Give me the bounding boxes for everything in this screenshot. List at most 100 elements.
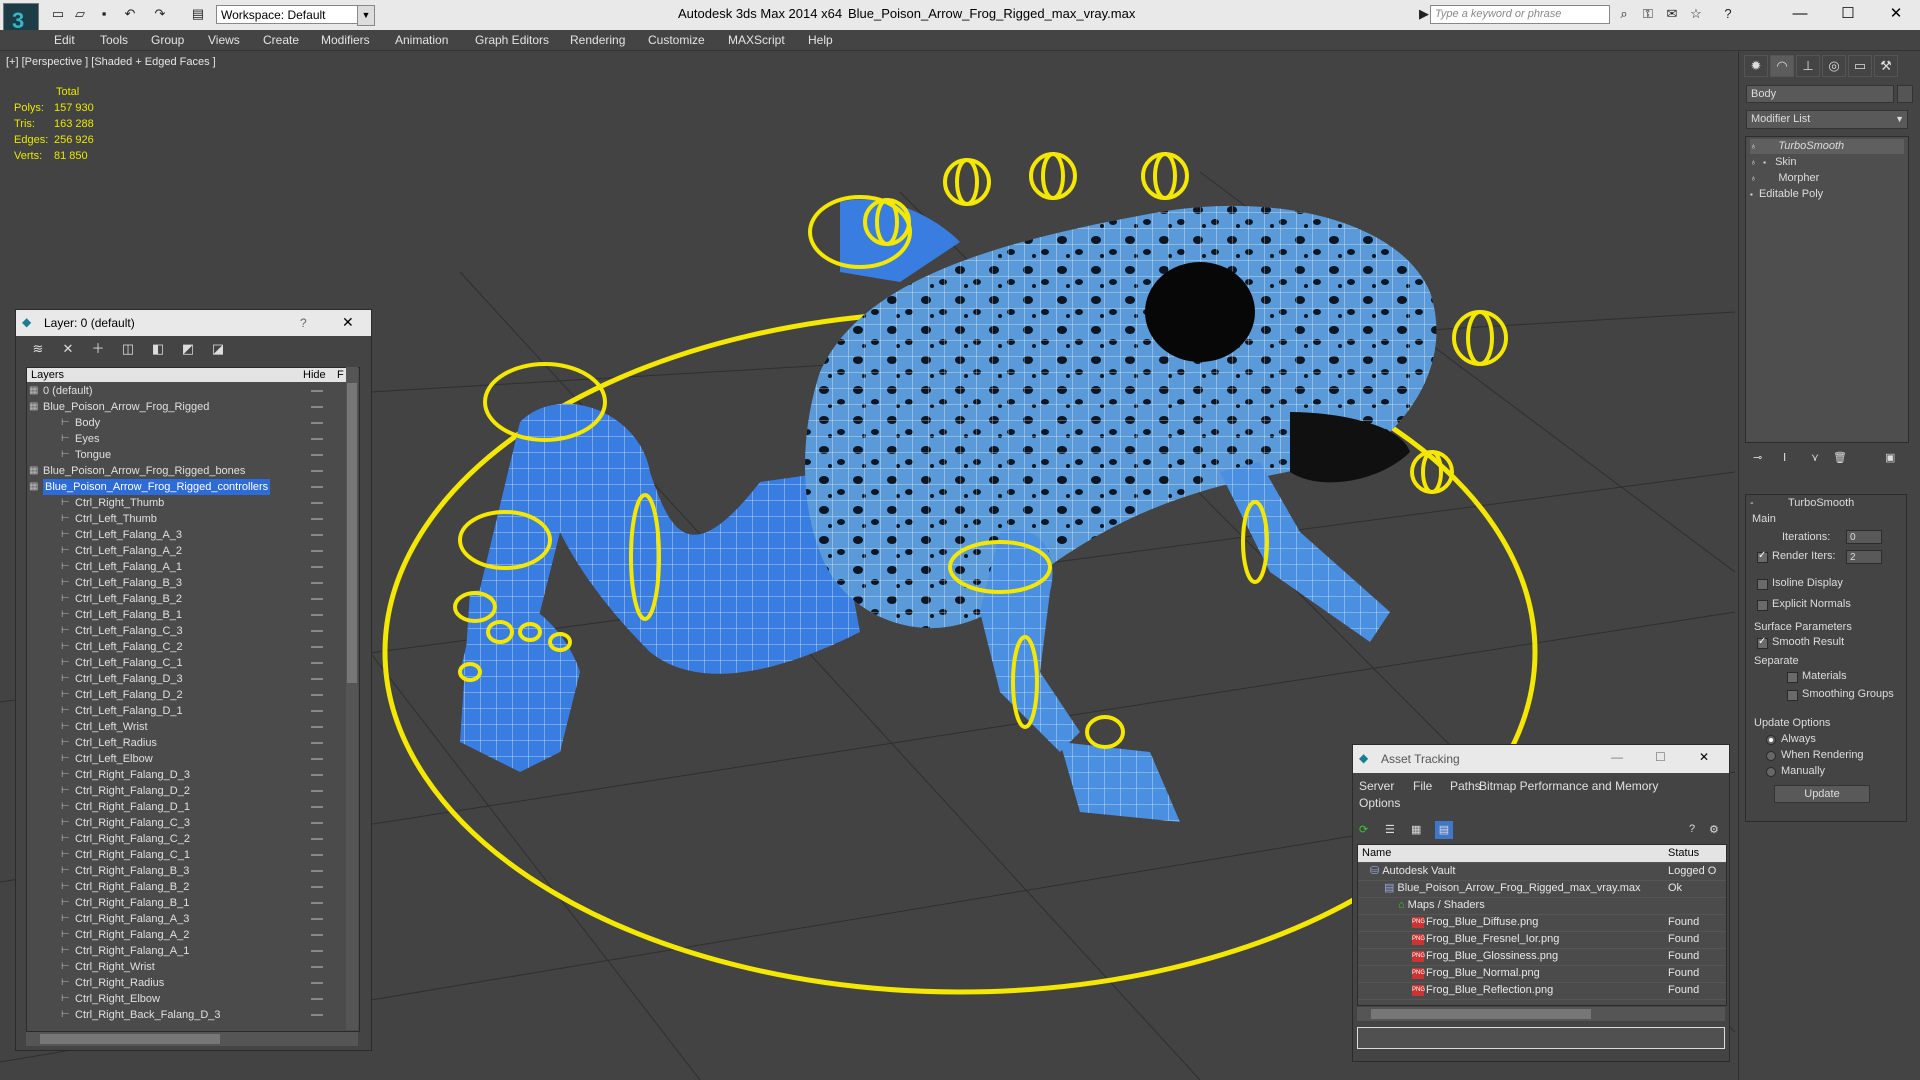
save-icon[interactable]: ▪ <box>96 6 112 22</box>
asset-menu-options[interactable]: Options <box>1359 796 1400 810</box>
explicit-normals-checkbox[interactable] <box>1757 600 1768 611</box>
hide-toggle[interactable] <box>311 470 323 472</box>
hide-layers-icon[interactable]: ◩ <box>180 341 196 357</box>
maximize-icon[interactable]: ☐ <box>1655 750 1666 764</box>
always-radio[interactable] <box>1766 735 1776 745</box>
layer-row[interactable]: ⊢ Ctrl_Left_Thumb <box>27 511 345 527</box>
freeze-layers-icon[interactable]: ◪ <box>210 341 226 357</box>
layer-row[interactable]: ⊢ Ctrl_Right_Falang_C_3 <box>27 815 345 831</box>
add-layer-icon[interactable]: ＋ <box>90 341 106 357</box>
undo-icon[interactable]: ↶ <box>122 6 138 22</box>
hide-toggle[interactable] <box>311 870 323 872</box>
render-iters-checkbox[interactable] <box>1757 550 1768 563</box>
display-tab-icon[interactable]: ▭ <box>1848 55 1872 77</box>
layer-row[interactable]: ▦ Blue_Poison_Arrow_Frog_Rigged_bones <box>27 463 345 479</box>
menu-tools[interactable]: Tools <box>100 33 128 47</box>
asset-path-field[interactable] <box>1357 1027 1725 1049</box>
hide-toggle[interactable] <box>311 710 323 712</box>
layer-row[interactable]: ⊢ Ctrl_Right_Falang_B_1 <box>27 895 345 911</box>
layer-row[interactable]: ⊢ Ctrl_Right_Falang_A_1 <box>27 943 345 959</box>
workspace-dropdown[interactable]: Workspace: Default ▼ <box>216 5 375 26</box>
layer-row[interactable]: ⊢ Ctrl_Right_Falang_A_3 <box>27 911 345 927</box>
layer-row[interactable]: ⊢ Ctrl_Right_Falang_D_2 <box>27 783 345 799</box>
hide-toggle[interactable] <box>311 758 323 760</box>
asset-row[interactable]: ⛁ Autodesk Vault Logged O <box>1358 863 1726 881</box>
bulb-icon[interactable]: ♁ <box>1750 171 1760 186</box>
modifier-list-dropdown[interactable]: Modifier List ▼ <box>1746 110 1908 129</box>
isoline-checkbox[interactable] <box>1757 579 1768 590</box>
layer-row[interactable]: ⊢ Ctrl_Right_Falang_C_1 <box>27 847 345 863</box>
layer-row[interactable]: ⊢ Ctrl_Right_Falang_B_2 <box>27 879 345 895</box>
hide-toggle[interactable] <box>311 486 323 488</box>
asset-menu-bitmap-performance[interactable]: Bitmap Performance and Memory <box>1479 779 1658 793</box>
hide-toggle[interactable] <box>311 518 323 520</box>
hide-toggle[interactable] <box>311 918 323 920</box>
layer-row[interactable]: ⊢ Ctrl_Right_Falang_B_3 <box>27 863 345 879</box>
hide-toggle[interactable] <box>311 886 323 888</box>
layer-row[interactable]: ⊢ Ctrl_Right_Back_Falang_D_3 <box>27 1007 345 1023</box>
asset-row[interactable]: ▤ Blue_Poison_Arrow_Frog_Rigged_max_vray.… <box>1358 880 1726 898</box>
layer-explorer-titlebar[interactable]: ◆ Layer: 0 (default) ? ✕ <box>16 310 371 336</box>
smooth-result-checkbox[interactable] <box>1757 636 1768 649</box>
asset-row[interactable]: PNGFrog_Blue_Diffuse.png Found <box>1358 914 1726 932</box>
hide-toggle[interactable] <box>311 454 323 456</box>
bulb-icon[interactable]: ♁ <box>1750 155 1760 170</box>
bulb-icon[interactable]: ♁ <box>1750 139 1760 154</box>
object-name-field[interactable]: Body <box>1746 85 1894 103</box>
col-freeze[interactable]: F <box>337 369 344 381</box>
hide-toggle[interactable] <box>311 934 323 936</box>
layer-row[interactable]: ⊢ Tongue <box>27 447 345 463</box>
asset-row[interactable]: ⌂ Maps / Shaders <box>1358 897 1726 915</box>
menu-customize[interactable]: Customize <box>648 33 705 47</box>
table-view-icon[interactable]: ▤ <box>1435 821 1453 839</box>
layer-row[interactable]: ⊢ Ctrl_Left_Falang_A_1 <box>27 559 345 575</box>
asset-row[interactable]: PNGFrog_Blue_Fresnel_Ior.png Found <box>1358 931 1726 949</box>
modifier-morpher[interactable]: ♁ Morpher <box>1750 171 1904 186</box>
configure-sets-icon[interactable]: ▣ <box>1885 451 1895 464</box>
layer-row[interactable]: ⊢ Ctrl_Left_Radius <box>27 735 345 751</box>
hide-toggle[interactable] <box>311 902 323 904</box>
update-button[interactable]: Update <box>1774 785 1870 803</box>
layer-row[interactable]: ⊢ Ctrl_Left_Falang_A_3 <box>27 527 345 543</box>
scrollbar-thumb[interactable] <box>1371 1009 1591 1019</box>
layer-row[interactable]: ⊢ Body <box>27 415 345 431</box>
hierarchy-tab-icon[interactable]: ⊥ <box>1796 55 1820 77</box>
scrollbar-thumb[interactable] <box>347 383 357 683</box>
list-view-icon[interactable]: ☰ <box>1385 823 1395 836</box>
menu-animation[interactable]: Animation <box>395 33 448 47</box>
hide-toggle[interactable] <box>311 646 323 648</box>
show-end-result-icon[interactable]: Ⅰ <box>1783 451 1786 464</box>
layer-row[interactable]: ▦ Blue_Poison_Arrow_Frog_Rigged_controlle… <box>27 479 345 495</box>
help-icon[interactable]: ? <box>300 316 307 330</box>
close-icon[interactable]: ✕ <box>1874 2 1918 26</box>
layer-row[interactable]: ⊢ Ctrl_Left_Falang_B_2 <box>27 591 345 607</box>
menu-rendering[interactable]: Rendering <box>570 33 625 47</box>
layer-row[interactable]: ▦ Blue_Poison_Arrow_Frog_Rigged <box>27 399 345 415</box>
layer-row[interactable]: ⊢ Ctrl_Right_Falang_A_2 <box>27 927 345 943</box>
asset-row[interactable]: PNGFrog_Blue_Reflection.png Found <box>1358 982 1726 1000</box>
key-icon[interactable]: ⚿ <box>1640 6 1656 22</box>
object-color-swatch[interactable] <box>1897 85 1913 103</box>
minimize-icon[interactable]: — <box>1611 750 1623 764</box>
refresh-icon[interactable]: ⟳ <box>1359 823 1368 836</box>
hide-toggle[interactable] <box>311 1014 323 1016</box>
hide-toggle[interactable] <box>311 534 323 536</box>
asset-h-scrollbar[interactable] <box>1357 1007 1725 1021</box>
modify-tab-icon[interactable]: ◠ <box>1770 55 1794 77</box>
col-hide[interactable]: Hide <box>303 369 326 381</box>
motion-tab-icon[interactable]: ◎ <box>1822 55 1846 77</box>
delete-layer-icon[interactable]: ✕ <box>60 341 76 357</box>
layer-row[interactable]: ⊢ Ctrl_Right_Thumb <box>27 495 345 511</box>
render-iters-spinner[interactable]: 2 <box>1846 550 1882 564</box>
project-folder-icon[interactable]: ▤ <box>190 6 206 22</box>
layer-row[interactable]: ⊢ Ctrl_Right_Elbow <box>27 991 345 1007</box>
hide-toggle[interactable] <box>311 742 323 744</box>
modifier-editable-poly[interactable]: ▪ Editable Poly <box>1750 187 1904 202</box>
menu-modifiers[interactable]: Modifiers <box>321 33 370 47</box>
star-icon[interactable]: ☆ <box>1688 6 1704 22</box>
hide-toggle[interactable] <box>311 790 323 792</box>
chevron-down-icon[interactable]: ▼ <box>357 5 375 26</box>
expand-icon[interactable]: ▪ <box>1763 158 1766 167</box>
hide-toggle[interactable] <box>311 678 323 680</box>
layer-h-scrollbar[interactable] <box>26 1032 358 1046</box>
